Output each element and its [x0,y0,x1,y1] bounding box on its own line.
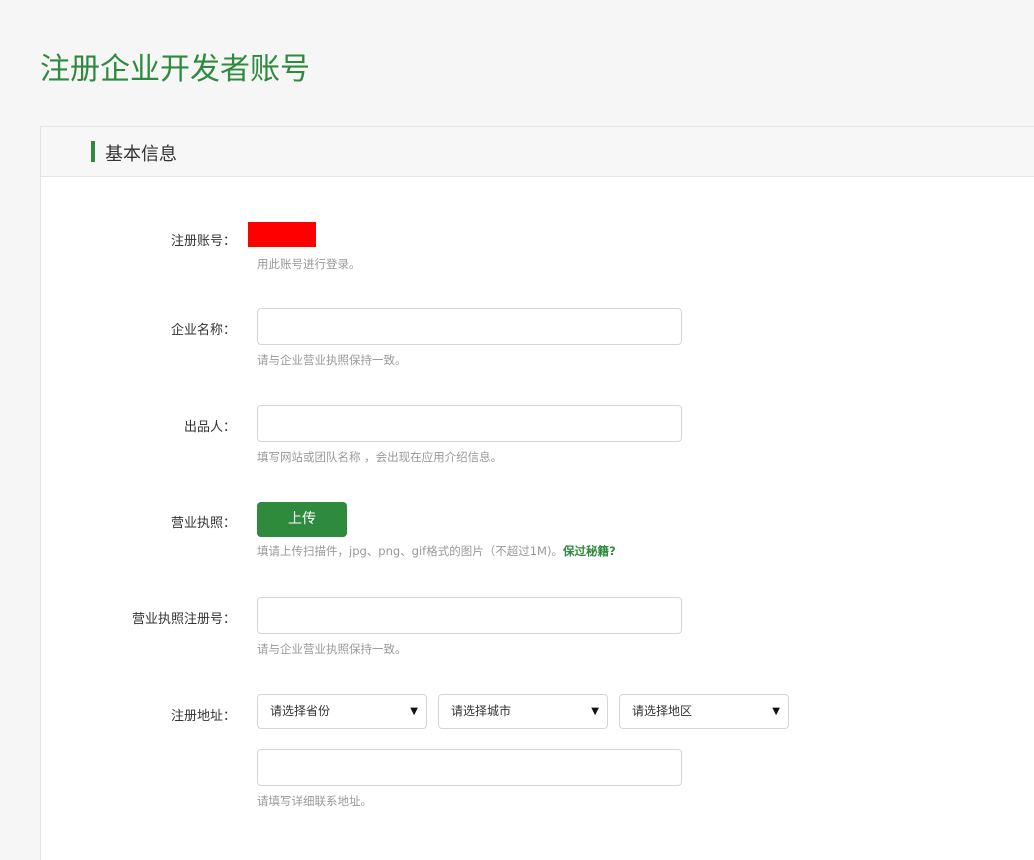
license-number-hint: 请与企业营业执照保持一致。 [257,642,407,656]
upload-button[interactable]: 上传 [257,502,347,537]
license-hint-text: 填请上传扫描件，jpg、png、gif格式的图片（不超过1M)。 [257,544,563,558]
license-label: 营业执照： [170,516,236,531]
district-select-value: 请选择地区 [632,704,693,718]
section-title: 基本信息 [105,144,177,165]
account-label: 注册账号： [170,234,236,249]
caret-down-icon: ▼ [591,706,599,717]
basic-info-panel: 基本信息 注册账号： 用此账号进行登录。 企业名称： 请与企业营业执照保持一致。… [40,126,1034,860]
caret-down-icon: ▼ [772,706,780,717]
license-hint: 填请上传扫描件，jpg、png、gif格式的图片（不超过1M)。保过秘籍? [257,543,616,559]
producer-hint: 填写网站或团队名称 ，会出现在应用介绍信息。 [257,450,503,464]
section-accent-bar [91,141,95,162]
city-select[interactable]: 请选择城市 ▼ [438,694,608,729]
company-name-input[interactable] [257,308,682,345]
section-header: 基本信息 [41,127,1034,177]
license-tips-link[interactable]: 保过秘籍? [563,544,616,558]
caret-down-icon: ▼ [410,706,418,717]
account-hint: 用此账号进行登录。 [257,257,361,271]
producer-input[interactable] [257,405,682,442]
producer-label: 出品人： [183,420,236,435]
company-name-label: 企业名称： [170,323,236,338]
address-label: 注册地址： [170,709,236,724]
page-title: 注册企业开发者账号 [40,52,310,87]
district-select[interactable]: 请选择地区 ▼ [619,694,789,729]
license-number-label: 营业执照注册号： [131,612,236,627]
company-name-hint: 请与企业营业执照保持一致。 [257,353,407,367]
province-select[interactable]: 请选择省份 ▼ [257,694,427,729]
license-number-input[interactable] [257,597,682,634]
city-select-value: 请选择城市 [451,704,512,718]
province-select-value: 请选择省份 [270,704,331,718]
address-hint: 请填写详细联系地址。 [257,794,372,808]
account-value-redacted [248,222,316,247]
address-detail-input[interactable] [257,749,682,786]
